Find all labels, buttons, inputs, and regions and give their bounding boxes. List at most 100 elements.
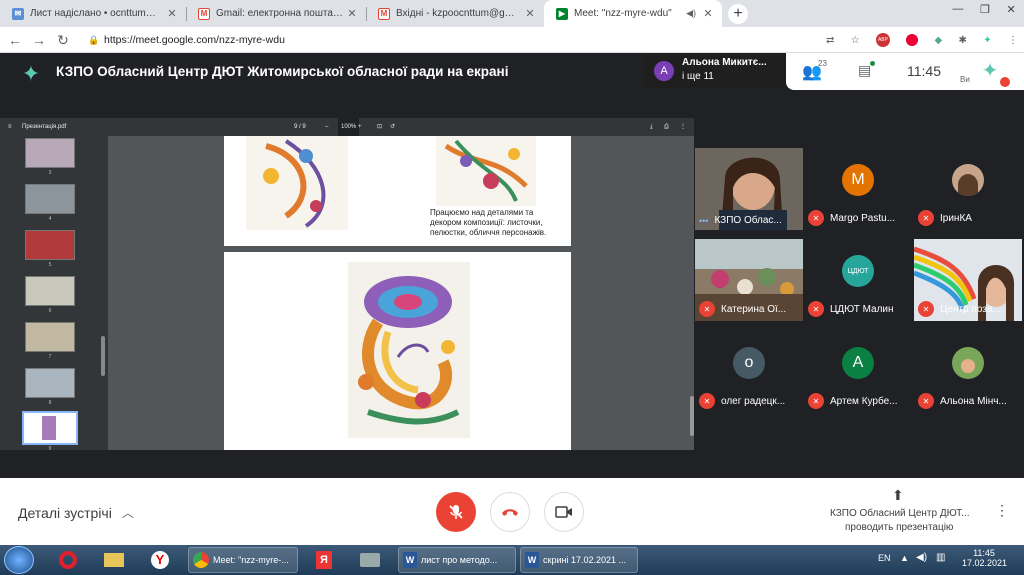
windows-taskbar: Y Meet: "nzz-myre-... Я W лист про метод… bbox=[0, 545, 1024, 575]
pdf-menu-icon[interactable]: ≡ bbox=[8, 118, 12, 136]
tab-gmail[interactable]: M Gmail: електронна пошта від Go ✕ bbox=[186, 0, 366, 27]
close-window-icon[interactable]: ✕ bbox=[1006, 3, 1015, 23]
profile-icon[interactable]: ✦ bbox=[983, 35, 991, 46]
shared-presentation: ≡ Презентація.pdf 9 / 9 – 100% + ⊡ ↺ ⤓ ⎙… bbox=[0, 118, 694, 452]
pdf-page-indicator: 9 / 9 bbox=[294, 124, 306, 130]
zoom-out-icon[interactable]: – bbox=[325, 118, 328, 136]
opera-icon[interactable] bbox=[906, 34, 919, 46]
tab-sent-mail[interactable]: ✉ Лист надіслано • ocnttum@ukr. ✕ bbox=[0, 0, 186, 27]
participant-tile[interactable]: ЦДЮТ ✕ ЦДЮТ Малин bbox=[804, 239, 912, 321]
thumbnail[interactable] bbox=[25, 230, 75, 260]
thumbnail-selected[interactable] bbox=[22, 411, 78, 445]
artwork-image bbox=[246, 136, 348, 230]
thumbnail[interactable] bbox=[25, 276, 75, 306]
network-icon[interactable]: ▥ bbox=[936, 552, 945, 563]
attendee-chip[interactable]: А Альона Микитє... і ще 11 bbox=[646, 53, 786, 89]
camera-toggle-button[interactable] bbox=[544, 492, 584, 532]
pdf-more-icon[interactable]: ⋮ bbox=[680, 118, 686, 136]
participant-tile[interactable]: ••• КЗПО Облас... bbox=[695, 148, 803, 230]
participant-name: Артем Курбе... bbox=[830, 395, 898, 407]
presenter-banner: КЗПО Обласний Центр ДЮТ Житомирської обл… bbox=[56, 64, 509, 79]
participant-avatar: M bbox=[842, 164, 874, 196]
participant-avatar bbox=[952, 347, 984, 379]
meet-info-panel: 👥 23 ▤ 11:45 Ви ✦ bbox=[786, 53, 1024, 90]
rotate-icon[interactable]: ↺ bbox=[390, 118, 395, 136]
taskbar-meet-window[interactable]: Meet: "nzz-myre-... bbox=[188, 547, 298, 573]
thumbnail[interactable] bbox=[25, 184, 75, 214]
close-icon[interactable]: ✕ bbox=[522, 7, 538, 20]
pdf-toolbar: ≡ Презентація.pdf 9 / 9 – 100% + ⊡ ↺ ⤓ ⎙… bbox=[0, 118, 694, 136]
clock-time: 11:45 bbox=[907, 63, 941, 79]
thumbnail-scrollbar[interactable] bbox=[101, 336, 105, 376]
mic-off-icon: ✕ bbox=[808, 301, 824, 317]
translate-icon[interactable]: ⇄ bbox=[826, 35, 834, 46]
mic-toggle-button[interactable] bbox=[436, 492, 476, 532]
more-options-icon[interactable]: ⋮ bbox=[995, 502, 1009, 519]
thumbnail[interactable] bbox=[25, 368, 75, 398]
fit-page-icon[interactable]: ⊡ bbox=[377, 118, 382, 136]
close-icon[interactable]: ✕ bbox=[700, 7, 716, 20]
yandex-icon[interactable]: Y bbox=[142, 547, 178, 573]
participant-tile[interactable]: A ✕ Артем Курбе... bbox=[804, 331, 912, 413]
download-icon[interactable]: ⤓ bbox=[650, 118, 653, 136]
mic-off-icon: ✕ bbox=[808, 210, 824, 226]
zoom-in-icon[interactable]: + bbox=[358, 118, 362, 136]
camera-icon bbox=[555, 506, 572, 518]
leave-call-button[interactable] bbox=[490, 492, 530, 532]
opera-taskbar-icon[interactable] bbox=[50, 547, 86, 573]
tray-arrow-icon[interactable]: ▲ bbox=[900, 553, 909, 563]
pdf-zoom: 100% bbox=[338, 118, 360, 136]
present-icon[interactable]: ⬆ bbox=[892, 487, 904, 504]
self-avatar[interactable]: ✦ bbox=[978, 59, 1002, 83]
meeting-details-button[interactable]: Деталі зустрічі ︿ bbox=[18, 504, 134, 521]
participant-name: Margo Pastu... bbox=[830, 212, 896, 224]
chat-notification-dot bbox=[870, 61, 875, 66]
taskbar-word-screens[interactable]: W скрині 17.02.2021 ... bbox=[520, 547, 638, 573]
close-icon[interactable]: ✕ bbox=[164, 7, 180, 20]
speaker-icon: ◀) bbox=[686, 8, 696, 18]
tab-inbox[interactable]: M Вхідні - kzpoocnttum@gmail.com ✕ bbox=[366, 0, 544, 27]
back-icon[interactable]: ← bbox=[6, 31, 24, 49]
tab-meet[interactable]: ▶ Meet: "nzz-myre-wdu" ◀) ✕ bbox=[544, 0, 722, 27]
participant-tile[interactable]: о ✕ олег радецк... bbox=[695, 331, 803, 413]
presenting-name: КЗПО Обласний Центр ДЮТ... bbox=[830, 508, 970, 519]
participant-name: ІринКА bbox=[940, 212, 972, 224]
minimize-icon[interactable]: — bbox=[952, 3, 963, 23]
pdf-scrollbar[interactable] bbox=[690, 396, 694, 436]
speaking-indicator-icon: ••• bbox=[699, 215, 709, 226]
taskbar-clock[interactable]: 11:45 17.02.2021 bbox=[962, 548, 1007, 568]
meet-icon: ▶ bbox=[556, 7, 568, 20]
star-icon[interactable]: ☆ bbox=[851, 35, 860, 46]
mic-off-icon: ✕ bbox=[699, 301, 715, 317]
participant-tile[interactable]: ✕ Катерина Ої... bbox=[695, 239, 803, 321]
address-bar[interactable]: 🔒 https://meet.google.com/nzz-myre-wdu bbox=[80, 30, 820, 50]
restore-icon[interactable]: ❐ bbox=[980, 3, 990, 23]
menu-dots-icon[interactable]: ⋮ bbox=[1008, 35, 1018, 46]
word-icon: W bbox=[403, 552, 417, 568]
mic-off-icon: ✕ bbox=[918, 393, 934, 409]
adblock-icon[interactable]: ABP bbox=[875, 33, 890, 47]
print-icon[interactable]: ⎙ bbox=[664, 118, 669, 136]
volume-icon[interactable]: ◀) bbox=[916, 552, 927, 563]
language-indicator[interactable]: EN bbox=[878, 553, 891, 563]
new-tab-button[interactable]: + bbox=[728, 4, 748, 24]
yandex-browser-icon[interactable]: Я bbox=[306, 547, 342, 573]
thumbnail[interactable] bbox=[25, 138, 75, 168]
participant-tile[interactable]: M ✕ Margo Pastu... bbox=[804, 148, 912, 230]
thumbnail[interactable] bbox=[25, 322, 75, 352]
extension-icon[interactable]: ◆ bbox=[935, 35, 943, 46]
participant-tile[interactable]: ✕ ІринКА bbox=[914, 148, 1022, 230]
taskbar-word-letter[interactable]: W лист про методо... bbox=[398, 547, 516, 573]
thumbnail-number: 9 bbox=[48, 446, 52, 452]
close-icon[interactable]: ✕ bbox=[344, 7, 360, 20]
forward-icon[interactable]: → bbox=[30, 31, 48, 49]
explorer-icon[interactable] bbox=[96, 547, 132, 573]
participant-tile[interactable]: ✕ Альона Мінч... bbox=[914, 331, 1022, 413]
participant-avatar: о bbox=[733, 347, 765, 379]
start-button[interactable] bbox=[4, 546, 34, 574]
reload-icon[interactable]: ↻ bbox=[54, 31, 72, 49]
participant-tile[interactable]: ✕ Центр поза... bbox=[914, 239, 1022, 321]
camera-app-icon[interactable] bbox=[352, 547, 388, 573]
attendee-avatar: А bbox=[654, 61, 674, 81]
puzzle-icon[interactable]: ✱ bbox=[959, 35, 967, 46]
